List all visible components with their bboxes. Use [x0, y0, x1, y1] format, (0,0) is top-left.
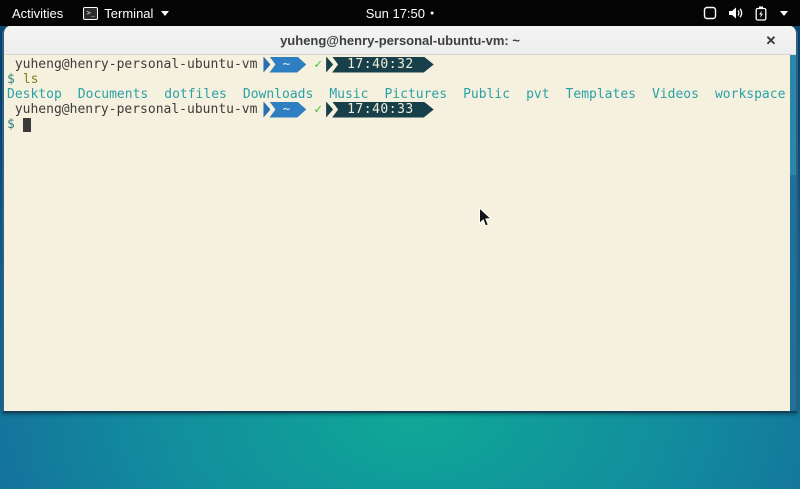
powerline-chevron-icon	[326, 102, 333, 118]
window-titlebar[interactable]: yuheng@henry-personal-ubuntu-vm: ~ ✕	[4, 26, 796, 55]
system-status-area[interactable]	[697, 0, 794, 26]
directory-name: workspace	[715, 87, 785, 102]
time-segment: 17:40:33	[332, 102, 434, 118]
command-line: $ ls	[7, 72, 786, 87]
app-menu-terminal[interactable]: >_ Terminal	[75, 0, 177, 26]
volume-icon	[728, 6, 744, 20]
close-icon[interactable]: ✕	[760, 26, 782, 55]
directory-name: Public	[463, 87, 510, 102]
directory-name: dotfiles	[164, 87, 227, 102]
chevron-down-icon	[161, 11, 169, 16]
directory-name: Documents	[78, 87, 148, 102]
directory-name: Music	[329, 87, 368, 102]
prompt-dollar: $	[7, 117, 15, 132]
system-menu-chevron-icon	[780, 11, 788, 16]
prompt-line: yuheng@henry-personal-ubuntu-vm ~ ✓ 17:4…	[7, 102, 786, 117]
cwd-segment: ~	[269, 102, 306, 118]
directory-name: pvt	[526, 87, 549, 102]
status-check-icon: ✓	[314, 57, 322, 72]
app-menu-label: Terminal	[104, 6, 153, 21]
directory-name: Templates	[566, 87, 636, 102]
prompt-line: yuheng@henry-personal-ubuntu-vm ~ ✓ 17:4…	[7, 57, 786, 72]
ls-output-line: Desktop Documents dotfiles Downloads Music Pi…	[7, 87, 786, 102]
time-segment: 17:40:32	[332, 57, 434, 73]
terminal-app-icon: >_	[83, 7, 98, 20]
powerline-chevron-icon	[263, 57, 270, 73]
clock-label: Sun 17:50	[366, 6, 425, 21]
display-icon	[703, 6, 717, 20]
window-title: yuheng@henry-personal-ubuntu-vm: ~	[280, 33, 520, 48]
notification-dot-icon: ●	[430, 10, 434, 17]
top-bar: Activities >_ Terminal Sun 17:50 ●	[0, 0, 800, 26]
directory-name: Pictures	[384, 87, 447, 102]
input-line[interactable]: $	[7, 117, 786, 132]
scrollbar[interactable]	[790, 55, 796, 411]
typed-command: ls	[23, 72, 39, 87]
directory-name: Videos	[652, 87, 699, 102]
terminal-window: yuheng@henry-personal-ubuntu-vm: ~ ✕ yuh…	[2, 26, 798, 413]
prompt-user-host: yuheng@henry-personal-ubuntu-vm	[7, 57, 257, 72]
powerline-chevron-icon	[326, 57, 333, 73]
terminal-content[interactable]: yuheng@henry-personal-ubuntu-vm ~ ✓ 17:4…	[4, 55, 796, 411]
prompt-dollar: $	[7, 72, 15, 87]
terminal-cursor	[23, 118, 31, 132]
directory-name: Downloads	[243, 87, 313, 102]
status-check-icon: ✓	[314, 102, 322, 117]
cwd-segment: ~	[269, 57, 306, 73]
activities-button[interactable]: Activities	[0, 0, 75, 26]
battery-charging-icon	[755, 6, 767, 21]
prompt-user-host: yuheng@henry-personal-ubuntu-vm	[7, 102, 257, 117]
directory-name: Desktop	[7, 87, 62, 102]
powerline-chevron-icon	[263, 102, 270, 118]
